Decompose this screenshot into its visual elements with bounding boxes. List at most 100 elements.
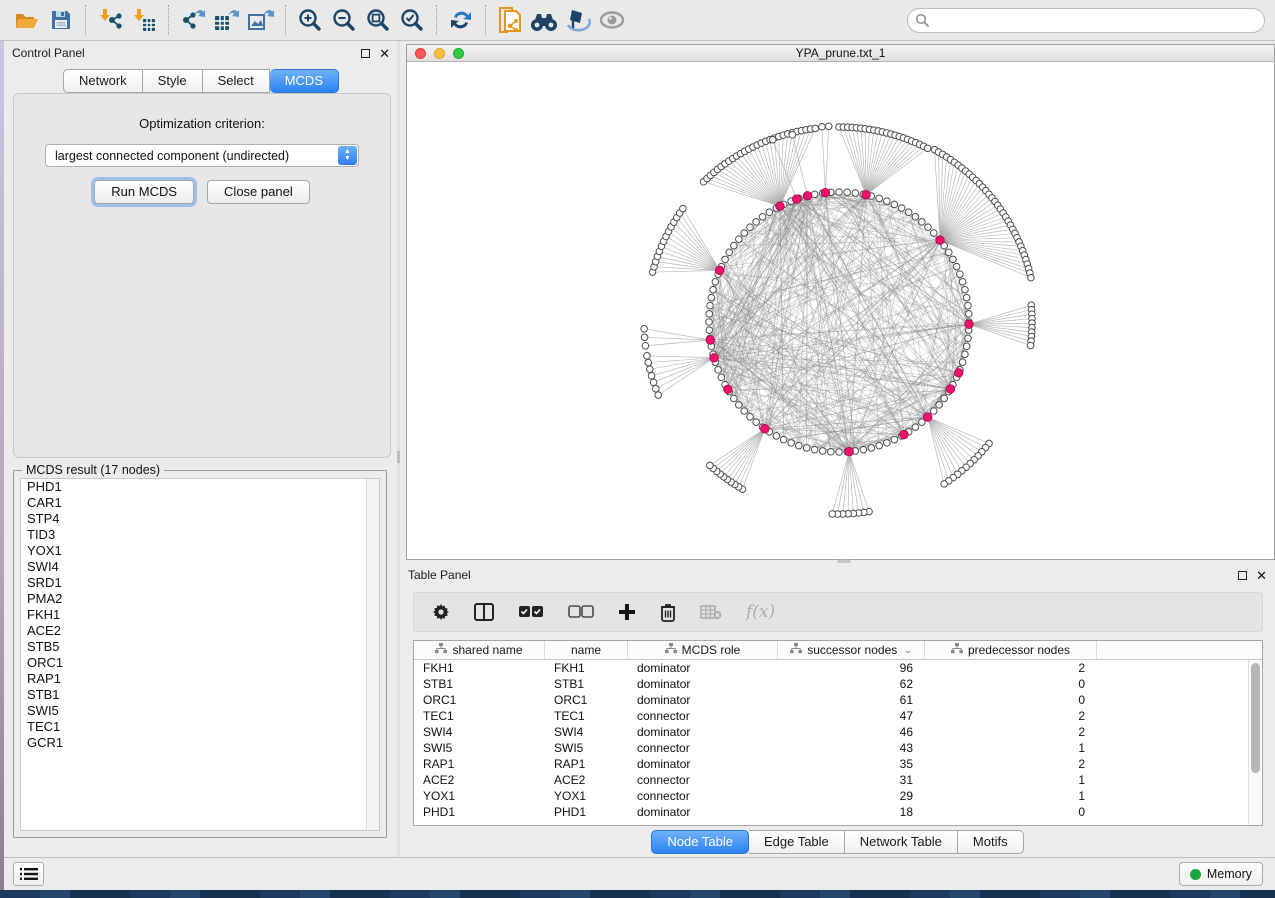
- hide-icon[interactable]: [561, 4, 595, 36]
- tab-select[interactable]: Select: [203, 69, 270, 93]
- table-cell-successor-nodes: 62: [778, 676, 925, 692]
- table-cell-name: PHD1: [545, 804, 628, 820]
- column-header-name[interactable]: name: [545, 641, 628, 659]
- float-table-panel-icon[interactable]: [1238, 571, 1247, 580]
- table-scrollbar-thumb[interactable]: [1251, 663, 1260, 773]
- close-panel-button[interactable]: Close panel: [207, 180, 310, 204]
- mcds-result-node[interactable]: RAP1: [21, 671, 379, 687]
- table-row[interactable]: RAP1RAP1dominator352: [414, 756, 1248, 772]
- table-row[interactable]: SWI4SWI4dominator462: [414, 724, 1248, 740]
- mcds-result-node[interactable]: PMA2: [21, 591, 379, 607]
- close-panel-icon[interactable]: ✕: [379, 49, 390, 58]
- table-cell-predecessor-nodes: 1: [925, 788, 1097, 804]
- node-table-body: FKH1FKH1dominator962STB1STB1dominator620…: [414, 660, 1248, 825]
- import-table-icon[interactable]: [127, 4, 161, 36]
- table-toolbar: f(x): [413, 592, 1263, 632]
- table-scrollbar[interactable]: [1248, 660, 1262, 825]
- table-panel: Table Panel ✕: [400, 563, 1275, 857]
- refresh-icon[interactable]: [444, 4, 478, 36]
- network-file-icon[interactable]: [493, 4, 527, 36]
- control-panel-title: Control Panel: [12, 46, 85, 60]
- zoom-fit-icon[interactable]: [361, 4, 395, 36]
- maximize-window-icon[interactable]: [453, 48, 464, 59]
- mcds-result-node[interactable]: CAR1: [21, 495, 379, 511]
- mcds-result-node[interactable]: GCR1: [21, 735, 379, 751]
- mcds-result-node[interactable]: TID3: [21, 527, 379, 543]
- mcds-result-node[interactable]: STB5: [21, 639, 379, 655]
- mcds-result-node[interactable]: SWI5: [21, 703, 379, 719]
- mcds-result-node[interactable]: SWI4: [21, 559, 379, 575]
- tab-mcds[interactable]: MCDS: [270, 69, 339, 93]
- status-bar: Memory: [4, 857, 1275, 890]
- mcds-result-node[interactable]: ORC1: [21, 655, 379, 671]
- table-tabs: Node TableEdge TableNetwork TableMotifs: [400, 830, 1275, 854]
- zoom-out-icon[interactable]: [327, 4, 361, 36]
- export-network-icon[interactable]: [176, 4, 210, 36]
- mcds-result-node[interactable]: TEC1: [21, 719, 379, 735]
- network-canvas[interactable]: [407, 62, 1274, 559]
- mcds-result-node[interactable]: YOX1: [21, 543, 379, 559]
- column-header-successor-nodes[interactable]: successor nodes⌄: [778, 641, 925, 659]
- zoom-in-icon[interactable]: [293, 4, 327, 36]
- save-icon[interactable]: [44, 4, 78, 36]
- memory-button-label: Memory: [1207, 867, 1252, 881]
- mcds-result-node[interactable]: STB1: [21, 687, 379, 703]
- tab-edge-table[interactable]: Edge Table: [749, 830, 845, 854]
- tab-network[interactable]: Network: [63, 69, 143, 93]
- tab-motifs[interactable]: Motifs: [958, 830, 1024, 854]
- gear-icon[interactable]: [432, 603, 450, 621]
- table-row[interactable]: PHD1PHD1dominator180: [414, 804, 1248, 820]
- export-table-icon[interactable]: [210, 4, 244, 36]
- table-row[interactable]: ACE2ACE2connector311: [414, 772, 1248, 788]
- table-cell-shared-name: ACE2: [414, 772, 545, 788]
- task-history-button[interactable]: [13, 862, 44, 886]
- mcds-result-node[interactable]: STP4: [21, 511, 379, 527]
- table-row[interactable]: TEC1TEC1connector472: [414, 708, 1248, 724]
- close-window-icon[interactable]: [415, 48, 426, 59]
- memory-button[interactable]: Memory: [1179, 862, 1263, 886]
- export-image-icon[interactable]: [244, 4, 278, 36]
- tab-network-table[interactable]: Network Table: [845, 830, 958, 854]
- select-all-icon[interactable]: [518, 605, 544, 619]
- deselect-all-icon[interactable]: [568, 605, 594, 619]
- columns-icon[interactable]: [474, 603, 494, 621]
- run-mcds-button[interactable]: Run MCDS: [94, 180, 194, 204]
- table-row[interactable]: STB1STB1dominator620: [414, 676, 1248, 692]
- tab-node-table[interactable]: Node Table: [651, 830, 749, 854]
- tab-style[interactable]: Style: [143, 69, 203, 93]
- column-header-predecessor-nodes[interactable]: predecessor nodes: [925, 641, 1097, 659]
- mcds-result-node[interactable]: SRD1: [21, 575, 379, 591]
- eye-icon[interactable]: [595, 4, 629, 36]
- trash-icon[interactable]: [660, 603, 676, 622]
- close-table-panel-icon[interactable]: ✕: [1256, 571, 1267, 580]
- column-header-MCDS-role[interactable]: MCDS role: [628, 641, 778, 659]
- table-cell-shared-name: ORC1: [414, 692, 545, 708]
- mcds-result-node[interactable]: FKH1: [21, 607, 379, 623]
- minimize-window-icon[interactable]: [434, 48, 445, 59]
- network-window-title: YPA_prune.txt_1: [796, 46, 886, 60]
- table-cell-successor-nodes: 46: [778, 724, 925, 740]
- table-row[interactable]: SWI5SWI5connector431: [414, 740, 1248, 756]
- mcds-result-node[interactable]: PHD1: [21, 479, 379, 495]
- zoom-selected-icon[interactable]: [395, 4, 429, 36]
- toolbar-separator: [168, 5, 169, 35]
- table-row[interactable]: FKH1FKH1dominator962: [414, 660, 1248, 676]
- result-list-scrollbar[interactable]: [366, 479, 379, 830]
- table-row[interactable]: YOX1YOX1connector291: [414, 788, 1248, 804]
- import-network-icon[interactable]: [93, 4, 127, 36]
- float-panel-icon[interactable]: [361, 49, 370, 58]
- open-folder-icon[interactable]: [10, 4, 44, 36]
- table-cell-shared-name: STB1: [414, 676, 545, 692]
- search-input[interactable]: [907, 8, 1265, 33]
- add-icon[interactable]: [618, 603, 636, 621]
- optimization-criterion-select[interactable]: largest connected component (undirected)…: [45, 144, 359, 167]
- table-cell-predecessor-nodes: 0: [925, 676, 1097, 692]
- mcds-result-node[interactable]: ACE2: [21, 623, 379, 639]
- binoculars-icon[interactable]: [527, 4, 561, 36]
- column-header-shared-name[interactable]: shared name: [414, 641, 545, 659]
- column-type-icon: [951, 643, 963, 657]
- table-cell-predecessor-nodes: 2: [925, 724, 1097, 740]
- table-cell-shared-name: RAP1: [414, 756, 545, 772]
- table-cell-predecessor-nodes: 2: [925, 708, 1097, 724]
- table-row[interactable]: ORC1ORC1dominator610: [414, 692, 1248, 708]
